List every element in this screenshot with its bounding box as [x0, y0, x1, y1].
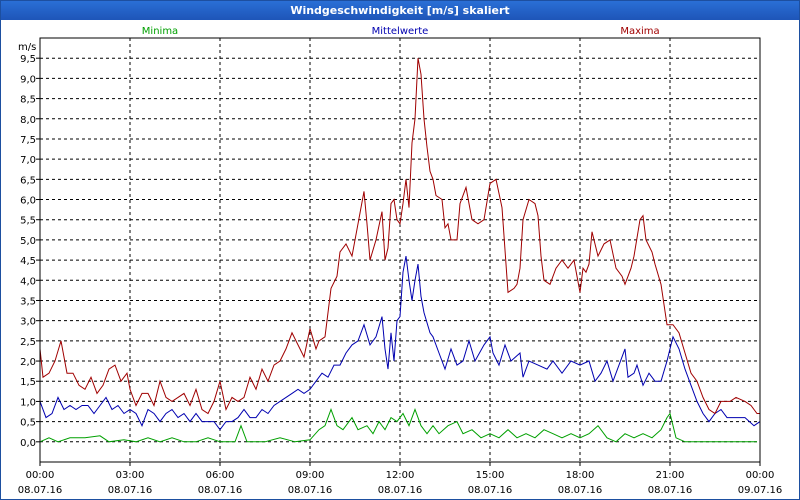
series-line-minima [39, 408, 757, 443]
y-axis-ticks: 0,0 0,5 1,0 1,5 2,0 2,5 3,0 3,5 4,0 4,5 5,0 5,5 6,0 6… [20, 54, 40, 449]
x-tick-time: 00:00 [746, 470, 775, 481]
y-tick-label: 6,5 [20, 175, 36, 186]
y-tick-label: 0,5 [20, 418, 36, 429]
x-tick-time: 12:00 [386, 470, 415, 481]
x-tick-date: 08.07.16 [288, 485, 333, 496]
x-tick-time: 09:00 [296, 470, 325, 481]
y-tick-label: 9,5 [20, 54, 36, 65]
legend-maxima: Maxima [620, 26, 659, 37]
grid [40, 38, 760, 462]
y-tick-label: 1,5 [20, 377, 36, 388]
x-tick-time: 00:00 [26, 470, 55, 481]
y-tick-label: 9,0 [20, 74, 36, 85]
y-tick-label: 5,5 [20, 216, 36, 227]
y-tick-label: 3,5 [20, 296, 36, 307]
x-tick-date: 09.07.16 [738, 485, 783, 496]
y-tick-label: 7,0 [20, 155, 36, 166]
x-tick-time: 03:00 [116, 470, 145, 481]
x-tick-time: 21:00 [656, 470, 685, 481]
x-tick-date: 08.07.16 [198, 485, 243, 496]
y-tick-label: 4,5 [20, 256, 36, 267]
y-tick-label: 6,0 [20, 196, 36, 207]
y-tick-label: 2,5 [20, 337, 36, 348]
x-axis-ticks: 00:00 08.07.16 03:00 08.07.16 06:00 08.07.16 0… [18, 462, 783, 496]
y-tick-label: 3,0 [20, 317, 36, 328]
x-tick-date: 08.07.16 [18, 485, 63, 496]
x-tick-time: 06:00 [206, 470, 235, 481]
y-tick-label: 0,0 [20, 438, 36, 449]
y-tick-label: 1,0 [20, 397, 36, 408]
x-tick-date: 08.07.16 [468, 485, 513, 496]
legend: Minima Mittelwerte Maxima [142, 26, 660, 37]
y-tick-label: 2,0 [20, 357, 36, 368]
y-axis-label: m/s [18, 42, 36, 53]
y-tick-label: 5,0 [20, 236, 36, 247]
x-tick-date: 08.07.16 [378, 485, 423, 496]
y-tick-label: 8,5 [20, 95, 36, 106]
x-tick-date: 08.07.16 [648, 485, 693, 496]
legend-mittelwerte: Mittelwerte [372, 26, 429, 37]
y-tick-label: 7,5 [20, 135, 36, 146]
series-line-mittelwerte [39, 256, 761, 431]
x-tick-date: 08.07.16 [108, 485, 153, 496]
legend-minima: Minima [142, 26, 178, 37]
x-tick-date: 08.07.16 [558, 485, 603, 496]
line-chart: m/s 0,0 0,5 1,0 1,5 2,0 2,5 3,0 3,5 4,0 4,5 5,0 5,5… [18, 26, 783, 496]
y-tick-label: 8,0 [20, 115, 36, 126]
y-tick-label: 4,0 [20, 276, 36, 287]
x-tick-time: 18:00 [566, 470, 595, 481]
x-tick-time: 15:00 [476, 470, 505, 481]
